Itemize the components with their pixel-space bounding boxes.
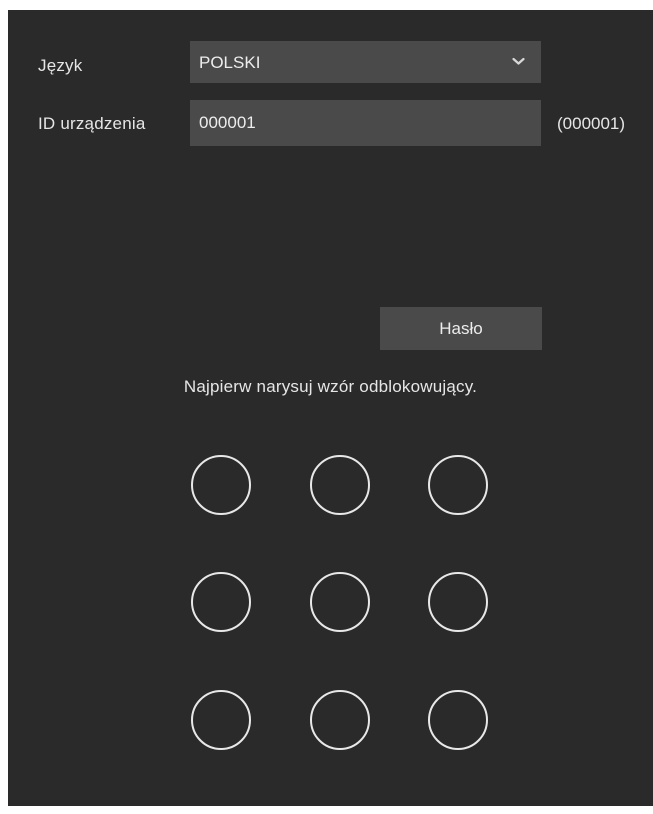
chevron-down-icon: [512, 57, 525, 65]
login-panel: Język POLSKI ID urządzenia (000001) Hasł…: [8, 10, 653, 806]
device-id-label: ID urządzenia: [38, 114, 146, 133]
password-button[interactable]: Hasło: [380, 307, 542, 350]
pattern-dot-8[interactable]: [310, 690, 370, 750]
pattern-instruction: Najpierw narysuj wzór odblokowujący.: [183, 377, 478, 396]
pattern-dot-3[interactable]: [428, 455, 488, 515]
pattern-dot-5[interactable]: [310, 572, 370, 632]
device-id-hint: (000001): [557, 114, 626, 133]
pattern-dot-2[interactable]: [310, 455, 370, 515]
device-id-input[interactable]: [190, 100, 541, 146]
pattern-dot-1[interactable]: [191, 455, 251, 515]
pattern-dot-7[interactable]: [191, 690, 251, 750]
language-label: Język: [38, 56, 83, 75]
pattern-dot-9[interactable]: [428, 690, 488, 750]
pattern-dot-4[interactable]: [191, 572, 251, 632]
language-select[interactable]: POLSKI: [190, 41, 541, 83]
language-select-value: POLSKI: [199, 53, 261, 72]
pattern-dot-6[interactable]: [428, 572, 488, 632]
